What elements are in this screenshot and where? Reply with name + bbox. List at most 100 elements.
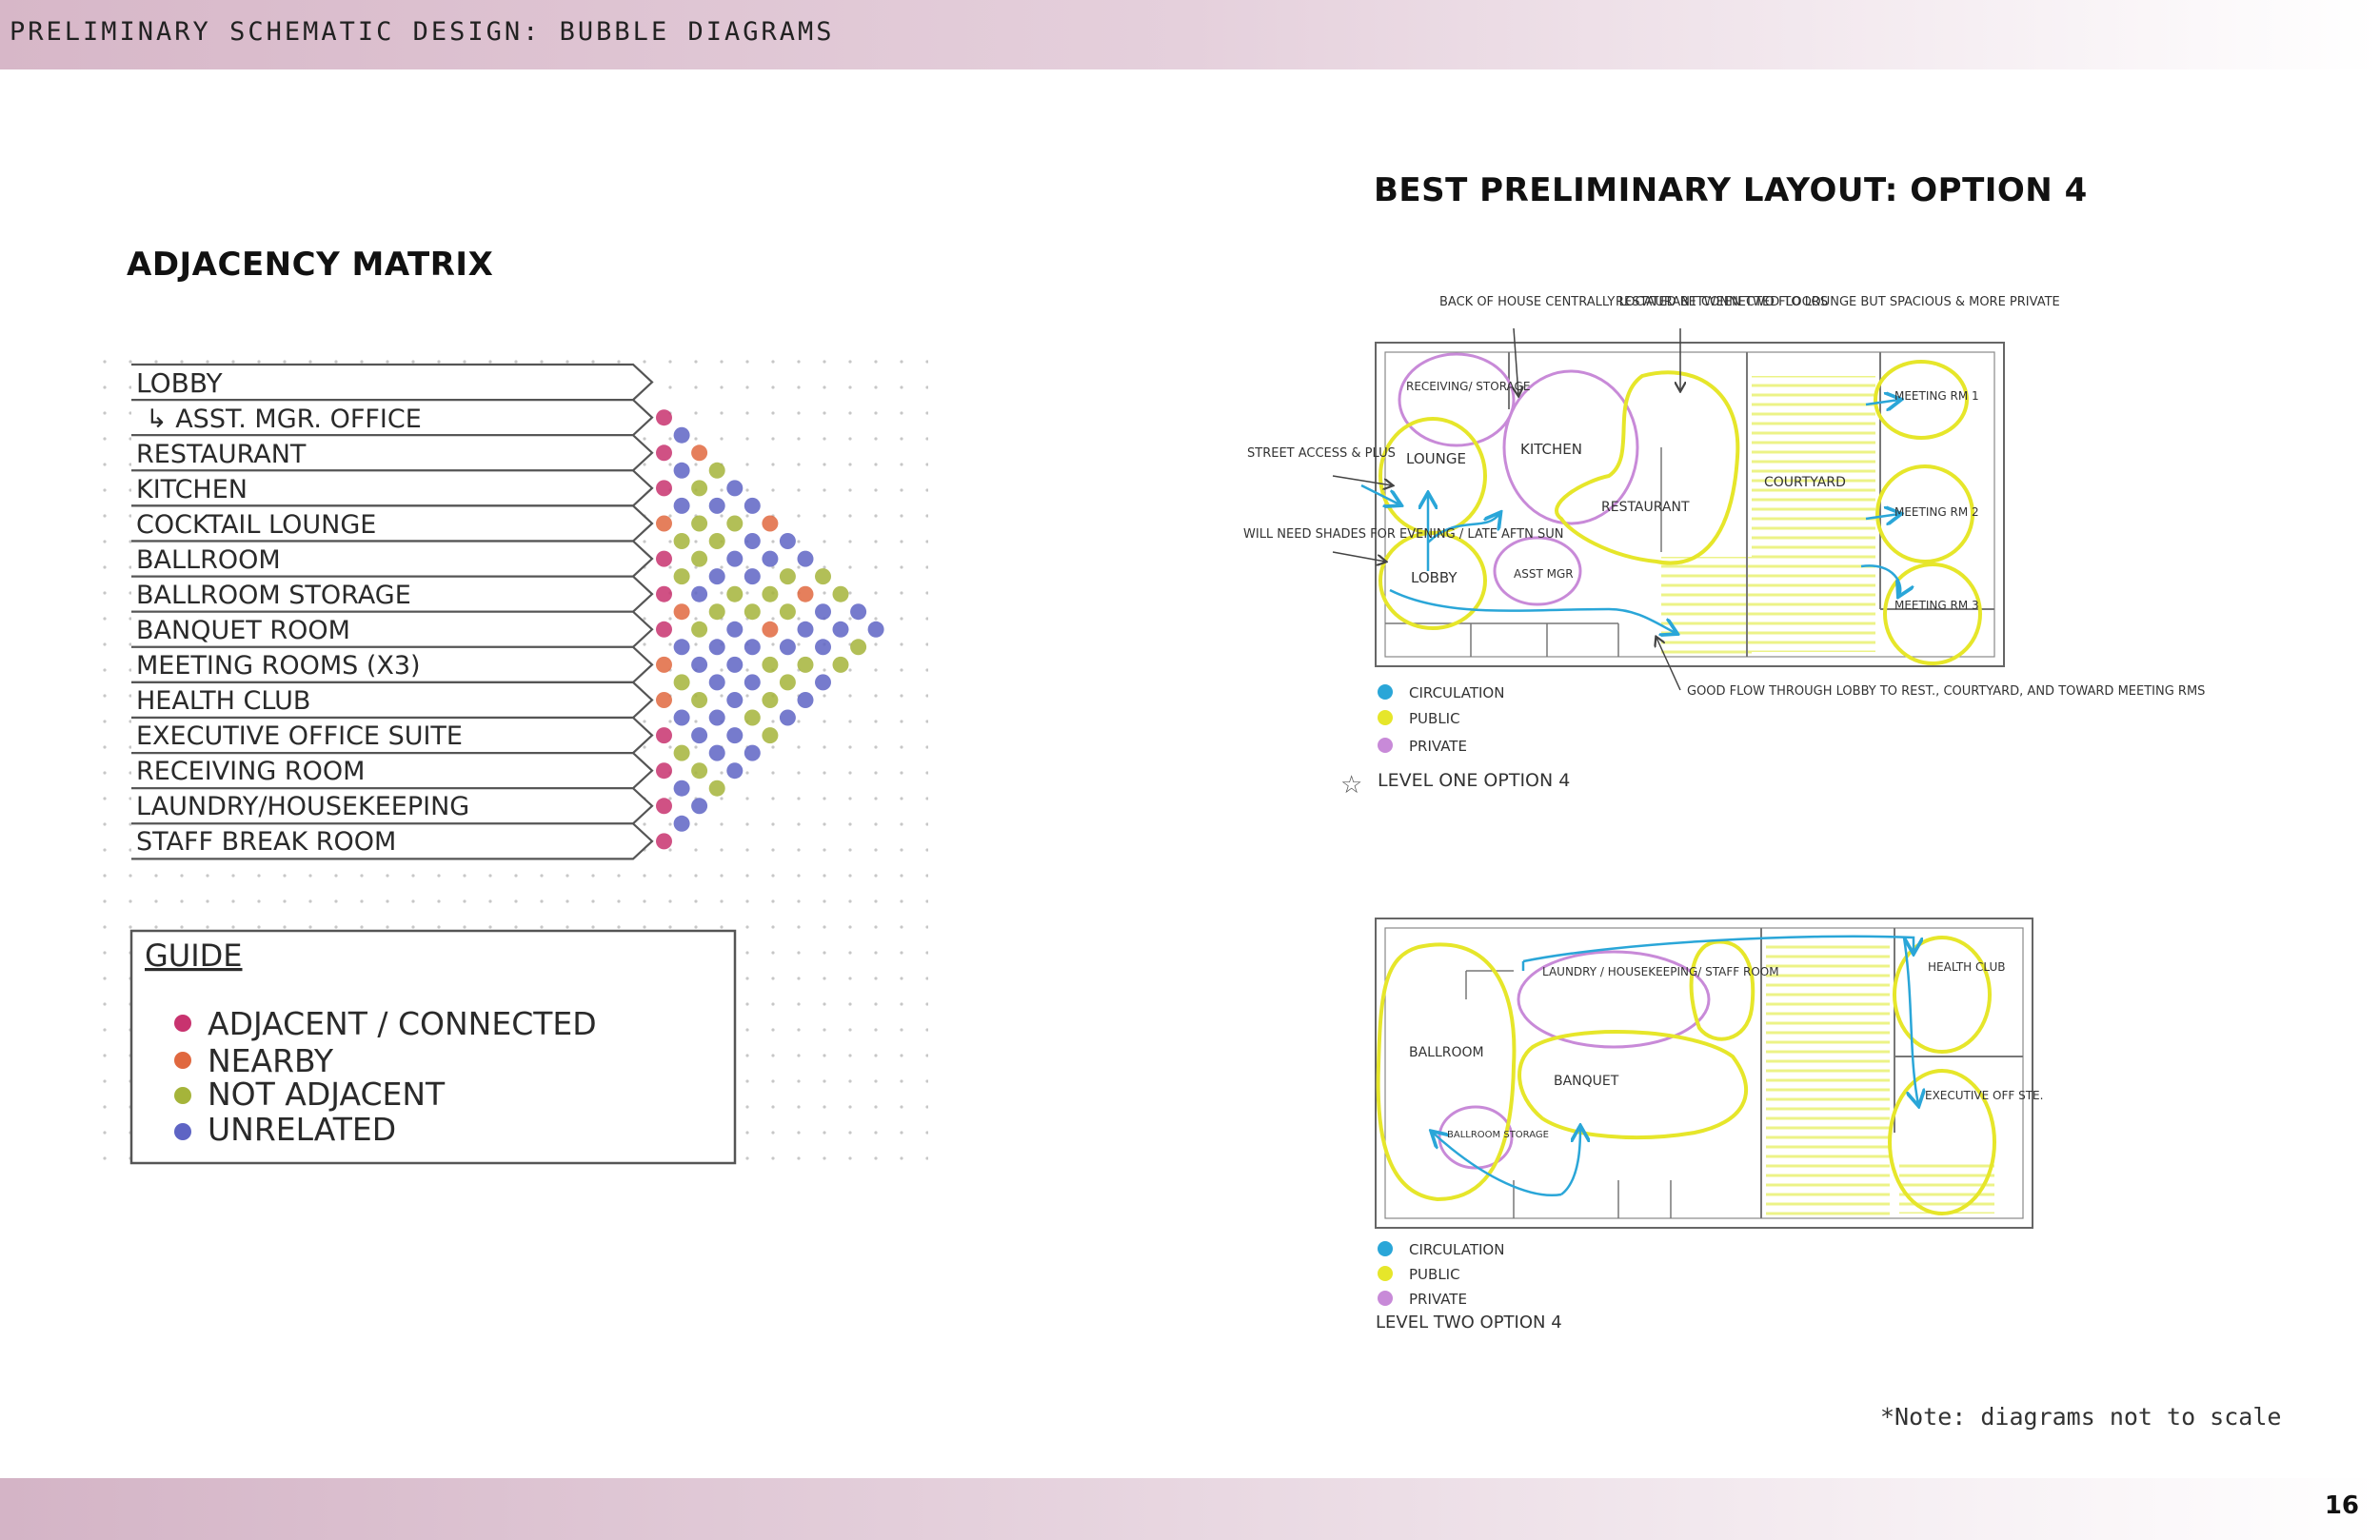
matrix-dot (673, 744, 690, 761)
matrix-dot (867, 621, 884, 638)
matrix-dot (726, 550, 744, 567)
legend-public-dot (1378, 1266, 1393, 1281)
matrix-dot (762, 692, 779, 708)
level-one-caption: LEVEL ONE OPTION 4 (1378, 770, 1570, 791)
matrix-dot (691, 515, 708, 532)
matrix-dot (779, 709, 796, 726)
matrix-dot (691, 550, 708, 567)
matrix-dot (832, 585, 849, 602)
room-courtyard: COURTYARD (1764, 475, 1846, 490)
matrix-dot (797, 550, 814, 567)
matrix-dot (673, 497, 690, 514)
room-lobby: LOBBY (1411, 569, 1458, 586)
matrix-dot (656, 409, 672, 426)
matrix-dot (691, 444, 708, 462)
matrix-dot (726, 692, 744, 708)
matrix-row-label: BALLROOM (136, 545, 281, 575)
matrix-row-label: LOBBY (136, 367, 224, 399)
matrix-dot (726, 656, 744, 673)
matrix-row-label: BANQUET ROOM (136, 616, 350, 645)
matrix-dot (673, 603, 690, 621)
matrix-dot (815, 674, 831, 691)
matrix-dot (797, 585, 814, 602)
footer-bar (0, 1478, 2380, 1540)
room-receiving: RECEIVING/ STORAGE (1406, 380, 1530, 393)
matrix-dot (691, 798, 708, 815)
matrix-dot (691, 621, 708, 638)
room-asst-mgr: ASST MGR (1514, 567, 1574, 581)
matrix-dot (656, 798, 672, 815)
legend-public-dot (1378, 710, 1393, 725)
matrix-dot (708, 568, 725, 585)
matrix-dot (673, 462, 690, 479)
guide-adjacent-dot (174, 1015, 191, 1032)
matrix-dot (673, 533, 690, 549)
matrix-dot (673, 780, 690, 797)
room-lounge: LOUNGE (1406, 450, 1466, 467)
room-health-club: HEALTH CLUB (1928, 960, 2006, 974)
footnote: *Note: diagrams not to scale (1880, 1403, 2282, 1431)
matrix-dot (762, 727, 779, 744)
matrix-dot (708, 462, 725, 479)
matrix-dot (726, 762, 744, 780)
room-restaurant: RESTAURANT (1601, 500, 1690, 515)
room-meeting-1: MEETING RM 1 (1894, 389, 1979, 403)
matrix-dot (656, 727, 672, 744)
room-ballroom-storage: BALLROOM STORAGE (1447, 1130, 1549, 1140)
matrix-dot (673, 639, 690, 656)
matrix-dot (708, 639, 725, 656)
matrix-dot (656, 515, 672, 532)
room-meeting-3: MEETING RM 3 (1894, 599, 1979, 612)
matrix-dot (673, 674, 690, 691)
matrix-dot (797, 656, 814, 673)
matrix-dot (815, 603, 831, 621)
matrix-dot (691, 585, 708, 602)
matrix-row-label: STAFF BREAK ROOM (136, 827, 396, 857)
matrix-dot (708, 674, 725, 691)
guide-not-adjacent-dot (174, 1087, 191, 1104)
annotation-street-access: STREET ACCESS & PLUS (1247, 446, 1396, 461)
legend-circulation: CIRCULATION (1409, 684, 1504, 701)
matrix-dot (726, 515, 744, 532)
matrix-dot (708, 780, 725, 797)
matrix-dot (762, 550, 779, 567)
room-banquet: BANQUET (1554, 1074, 1619, 1089)
guide-adjacent-label: ADJACENT / CONNECTED (208, 1005, 597, 1042)
matrix-dot (691, 727, 708, 744)
matrix-dot (815, 639, 831, 656)
matrix-dot (708, 497, 725, 514)
matrix-dot (779, 639, 796, 656)
matrix-dot (726, 480, 744, 497)
matrix-dot (691, 656, 708, 673)
matrix-dot (797, 621, 814, 638)
annotation-restaurant: RESTAURANT CONNECTED TO LOUNGE BUT SPACI… (1616, 295, 2060, 309)
matrix-row-label: LAUNDRY/HOUSEKEEPING (136, 792, 469, 821)
legend-private: PRIVATE (1409, 738, 1467, 755)
room-laundry: LAUNDRY / HOUSEKEEPING/ STAFF ROOM (1542, 965, 1779, 978)
matrix-row-label: COCKTAIL LOUNGE (136, 510, 376, 540)
matrix-dot (691, 480, 708, 497)
matrix-dot (762, 515, 779, 532)
matrix-dot (850, 639, 867, 656)
matrix-row-label: RESTAURANT (136, 440, 307, 469)
matrix-row-label: ↳ ASST. MGR. OFFICE (146, 405, 422, 434)
star-icon: ☆ (1340, 770, 1362, 799)
matrix-dot (744, 639, 761, 656)
legend-private-dot (1378, 1291, 1393, 1306)
matrix-dot (708, 744, 725, 761)
matrix-dot (708, 709, 725, 726)
document-drawing: LOBBY ↳ ASST. MGR. OFFICE RESTAURANT KIT… (90, 295, 2205, 1333)
matrix-dot (673, 426, 690, 444)
matrix-dot (708, 603, 725, 621)
matrix-dot (673, 568, 690, 585)
guide-nearby-dot (174, 1052, 191, 1069)
matrix-dot (762, 656, 779, 673)
annotation-shades: WILL NEED SHADES FOR EVENING / LATE AFTN… (1243, 527, 1563, 542)
matrix-dot (656, 762, 672, 780)
matrix-dot (744, 568, 761, 585)
matrix-dot (744, 744, 761, 761)
room-executive: EXECUTIVE OFF STE. (1925, 1089, 2043, 1102)
matrix-dot (708, 533, 725, 549)
legend-public: PUBLIC (1409, 710, 1460, 727)
matrix-dot (691, 762, 708, 780)
